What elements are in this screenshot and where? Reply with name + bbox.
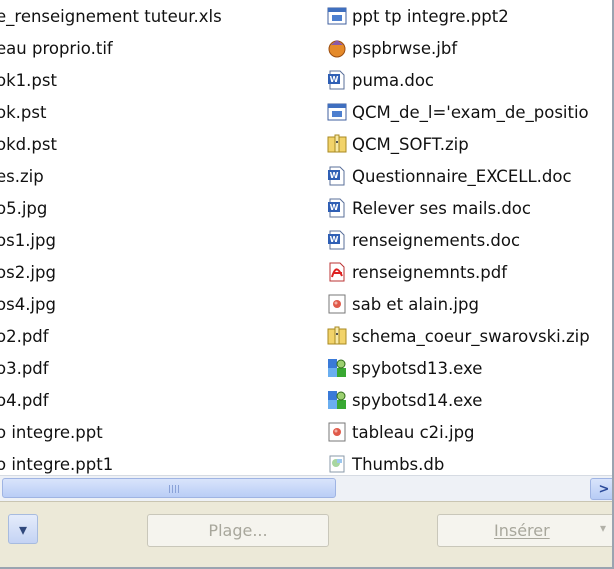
file-item-label: es.zip [0, 166, 44, 186]
word-doc-icon: W [326, 197, 348, 219]
file-item-label: o integre.ppt1 [0, 454, 114, 474]
file-item-label: o integre.ppt [0, 422, 103, 442]
file-item-right-0[interactable]: ppt tp integre.ppt2 [326, 0, 509, 32]
file-item-left-6[interactable]: o5.jpg [0, 192, 47, 224]
svg-text:W: W [330, 235, 339, 244]
file-item-left-9[interactable]: os4.jpg [0, 288, 56, 320]
file-item-label: o3.pdf [0, 358, 49, 378]
file-item-left-2[interactable]: ok1.pst [0, 64, 57, 96]
file-item-right-2[interactable]: Wpuma.doc [326, 64, 434, 96]
file-item-label: QCM_de_l='exam_de_positio [352, 102, 589, 122]
db-icon [326, 453, 348, 474]
file-item-label: spybotsd13.exe [352, 358, 483, 378]
file-item-right-7[interactable]: Wrenseignements.doc [326, 224, 520, 256]
file-item-left-4[interactable]: okd.pst [0, 128, 57, 160]
file-item-left-11[interactable]: o3.pdf [0, 352, 49, 384]
file-item-label: Relever ses mails.doc [352, 198, 531, 218]
chevron-right-icon: > [598, 481, 610, 497]
file-item-label: os4.jpg [0, 294, 56, 314]
jpg-icon [326, 421, 348, 443]
file-item-label: e_renseignement tuteur.xls [0, 6, 222, 26]
file-item-left-7[interactable]: os1.jpg [0, 224, 56, 256]
svg-text:W: W [330, 75, 339, 84]
inserer-button[interactable]: Insérer ▾ [437, 514, 612, 547]
word-doc-icon: W [326, 69, 348, 91]
file-item-left-5[interactable]: es.zip [0, 160, 44, 192]
scrollbar-grip-icon [169, 485, 179, 493]
word-doc-icon: W [326, 229, 348, 251]
file-item-label: ok.pst [0, 102, 47, 122]
file-item-right-11[interactable]: spybotsd13.exe [326, 352, 482, 384]
file-item-left-0[interactable]: e_renseignement tuteur.xls [0, 0, 222, 32]
scroll-right-button[interactable]: > [590, 478, 612, 500]
file-item-label: ok1.pst [0, 70, 57, 90]
file-item-label: renseignements.doc [352, 230, 521, 250]
svg-text:W: W [330, 203, 339, 212]
svg-text:W: W [330, 171, 339, 180]
file-list: e_renseignement tuteur.xls eau proprio.ti… [0, 0, 612, 474]
installer-icon [326, 389, 348, 411]
file-item-right-10[interactable]: schema_coeur_swarovski.zip [326, 320, 590, 352]
file-item-right-13[interactable]: tableau c2i.jpg [326, 416, 475, 448]
plage-button-label: Plage... [208, 521, 268, 540]
pdf-icon [326, 261, 348, 283]
file-item-right-6[interactable]: W Relever ses mails.doc [326, 192, 531, 224]
file-item-left-8[interactable]: os2.jpg [0, 256, 56, 288]
file-item-label: o4.pdf [0, 390, 49, 410]
zip-icon [326, 133, 348, 155]
file-item-left-14[interactable]: o integre.ppt1 [0, 448, 113, 474]
ppt-icon [326, 5, 348, 27]
dropdown-button[interactable]: ▾ [8, 514, 38, 544]
file-item-label: Questionnaire_EXCELL.doc [352, 166, 572, 186]
file-item-left-10[interactable]: o2.pdf [0, 320, 49, 352]
file-item-label: QCM_SOFT.zip [352, 134, 469, 154]
file-item-right-8[interactable]: renseignemnts.pdf [326, 256, 507, 288]
plage-button[interactable]: Plage... [147, 514, 329, 547]
file-item-label: ppt tp integre.ppt2 [352, 6, 509, 26]
file-item-right-4[interactable]: QCM_SOFT.zip [326, 128, 469, 160]
file-item-label: o2.pdf [0, 326, 49, 346]
ppt-icon [326, 101, 348, 123]
file-item-label: Thumbs.db [352, 454, 445, 474]
inserer-button-label: Insérer [494, 521, 550, 540]
file-item-left-3[interactable]: ok.pst [0, 96, 46, 128]
file-item-label: okd.pst [0, 134, 57, 154]
file-item-label: renseignemnts.pdf [352, 262, 508, 282]
jbf-icon [326, 37, 348, 59]
installer-icon [326, 357, 348, 379]
zip-icon [326, 325, 348, 347]
file-item-label: pspbrwse.jbf [352, 38, 458, 58]
file-item-left-12[interactable]: o4.pdf [0, 384, 49, 416]
word-doc-icon: W [326, 165, 348, 187]
file-item-label: puma.doc [352, 70, 435, 90]
file-item-left-13[interactable]: o integre.ppt [0, 416, 103, 448]
file-item-label: o5.jpg [0, 198, 48, 218]
scrollbar-thumb[interactable] [2, 478, 336, 498]
file-item-right-9[interactable]: sab et alain.jpg [326, 288, 479, 320]
file-item-right-14[interactable]: Thumbs.db [326, 448, 444, 474]
file-item-right-1[interactable]: pspbrwse.jbf [326, 32, 457, 64]
bottom-toolbar: ▾ Plage... Insérer ▾ [0, 501, 612, 567]
jpg-icon [326, 293, 348, 315]
file-item-label: tableau c2i.jpg [352, 422, 475, 442]
file-item-label: os2.jpg [0, 262, 56, 282]
file-item-right-3[interactable]: QCM_de_l='exam_de_positio [326, 96, 589, 128]
file-item-label: spybotsd14.exe [352, 390, 483, 410]
inserer-dropdown-arrow-icon: ▾ [599, 521, 606, 535]
file-item-label: os1.jpg [0, 230, 56, 250]
file-item-label: schema_coeur_swarovski.zip [352, 326, 590, 346]
file-item-label: sab et alain.jpg [352, 294, 479, 314]
file-item-label: eau proprio.tif [0, 38, 113, 58]
file-item-right-12[interactable]: spybotsd14.exe [326, 384, 482, 416]
chevron-down-icon: ▾ [18, 519, 28, 539]
file-item-left-1[interactable]: eau proprio.tif [0, 32, 113, 64]
file-item-right-5[interactable]: W Questionnaire_EXCELL.doc [326, 160, 572, 192]
file-browser-window: e_renseignement tuteur.xls eau proprio.ti… [0, 0, 614, 569]
horizontal-scrollbar[interactable]: > [0, 475, 612, 501]
